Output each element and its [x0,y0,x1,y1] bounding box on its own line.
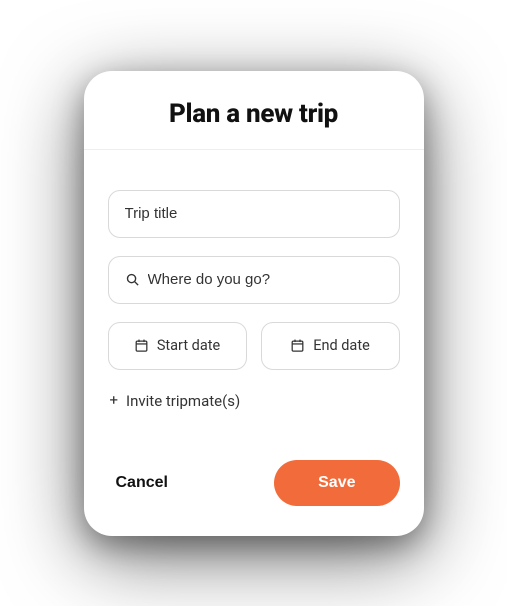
end-date-label: End date [313,337,370,354]
start-date-label: Start date [157,337,220,354]
modal-footer: Cancel Save [84,420,424,536]
plus-icon: + [110,393,119,408]
destination-input[interactable] [148,271,383,288]
trip-title-field-wrapper[interactable] [108,190,400,238]
trip-title-input[interactable] [125,205,383,222]
cancel-button[interactable]: Cancel [108,462,176,504]
start-date-field[interactable]: Start date [108,322,247,370]
end-date-field[interactable]: End date [261,322,400,370]
save-button[interactable]: Save [274,460,399,506]
plan-trip-modal: Plan a new trip Start date [84,71,424,536]
modal-body: Start date End date + Invite tripmate(s) [84,150,424,420]
calendar-icon [134,338,149,353]
invite-tripmates-button[interactable]: + Invite tripmate(s) [108,388,400,410]
date-row: Start date End date [108,322,400,370]
invite-label: Invite tripmate(s) [126,392,240,410]
modal-title: Plan a new trip [108,99,400,129]
search-icon [125,272,140,287]
calendar-icon [290,338,305,353]
modal-header: Plan a new trip [84,71,424,150]
destination-field-wrapper[interactable] [108,256,400,304]
